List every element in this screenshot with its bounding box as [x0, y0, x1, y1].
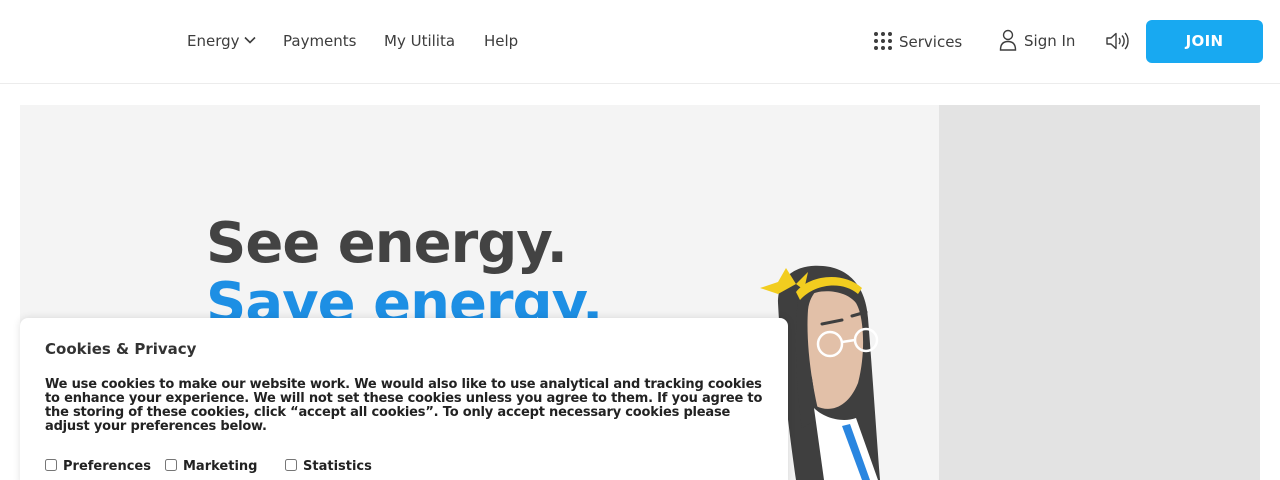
cookie-consent-dialog: Cookies & Privacy We use cookies to make… — [20, 318, 788, 480]
statistics-label: Statistics — [303, 459, 372, 474]
marketing-label: Marketing — [183, 459, 258, 474]
marketing-checkbox[interactable] — [165, 459, 177, 471]
nav-payments[interactable]: Payments — [283, 30, 356, 52]
marketing-option[interactable]: Marketing — [165, 459, 257, 474]
hero-side-panel — [939, 105, 1260, 480]
grid-icon — [874, 32, 892, 50]
services-button[interactable]: Services — [873, 31, 962, 53]
nav-energy-label: Energy — [187, 32, 240, 50]
user-icon — [999, 29, 1017, 51]
cookie-dialog-body: We use cookies to make our website work.… — [45, 377, 763, 434]
join-button[interactable]: JOIN — [1146, 20, 1263, 63]
nav-energy[interactable]: Energy — [187, 30, 256, 52]
chevron-down-icon — [243, 36, 256, 44]
sign-in-link[interactable]: Sign In — [999, 29, 1076, 52]
sign-in-label: Sign In — [1024, 32, 1076, 50]
nav-help[interactable]: Help — [484, 30, 518, 52]
preferences-option[interactable]: Preferences — [45, 459, 151, 474]
site-header: Energy Payments My Utilita Help Services… — [0, 0, 1280, 84]
cookie-dialog-title: Cookies & Privacy — [45, 340, 197, 358]
statistics-option[interactable]: Statistics — [285, 459, 372, 474]
speaker-icon[interactable] — [1105, 30, 1129, 52]
nav-my-utilita[interactable]: My Utilita — [384, 30, 455, 52]
preferences-checkbox[interactable] — [45, 459, 57, 471]
statistics-checkbox[interactable] — [285, 459, 297, 471]
services-label: Services — [899, 33, 963, 51]
preferences-label: Preferences — [63, 459, 151, 474]
